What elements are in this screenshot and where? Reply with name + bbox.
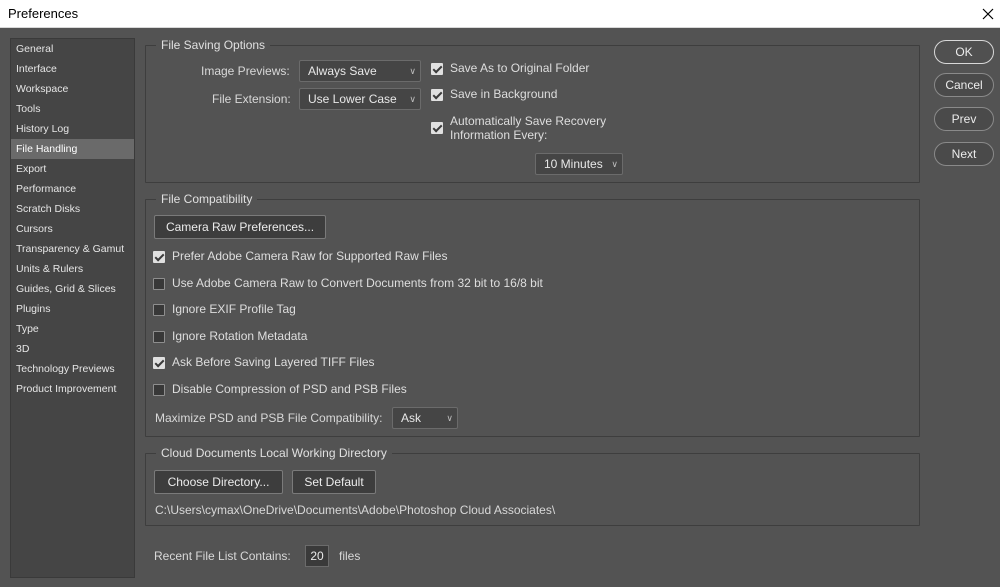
sidebar-item-label: Workspace xyxy=(16,83,69,95)
sidebar-item-label: General xyxy=(16,43,54,55)
save-as-original-checkbox[interactable] xyxy=(431,63,443,75)
ignore-rotation-label[interactable]: Ignore Rotation Metadata xyxy=(172,329,307,343)
sidebar-item-tools[interactable]: Tools xyxy=(11,99,134,119)
recent-file-list-suffix: files xyxy=(339,549,361,563)
image-previews-label: Image Previews: xyxy=(201,64,290,78)
sidebar-item-guides-grid-slices[interactable]: Guides, Grid & Slices xyxy=(11,279,134,299)
title-bar: Preferences xyxy=(0,0,1000,28)
prefer-camera-raw-label[interactable]: Prefer Adobe Camera Raw for Supported Ra… xyxy=(172,249,447,263)
sidebar-item-3d[interactable]: 3D xyxy=(11,339,134,359)
chevron-down-icon: ∨ xyxy=(409,66,416,76)
chevron-down-icon: ∨ xyxy=(611,159,618,169)
file-saving-options-group: File Saving Options xyxy=(145,38,920,183)
cancel-button[interactable]: Cancel xyxy=(934,73,994,97)
sidebar-item-product-improvement[interactable]: Product Improvement xyxy=(11,379,134,399)
ignore-rotation-checkbox[interactable] xyxy=(153,331,165,343)
disable-compression-label[interactable]: Disable Compression of PSD and PSB Files xyxy=(172,382,407,396)
ok-button[interactable]: OK xyxy=(934,40,994,64)
sidebar-item-export[interactable]: Export xyxy=(11,159,134,179)
close-icon xyxy=(982,8,994,20)
maximize-compat-dropdown[interactable]: Ask ∨ xyxy=(392,407,458,429)
sidebar-item-type[interactable]: Type xyxy=(11,319,134,339)
sidebar-item-transparency-gamut[interactable]: Transparency & Gamut xyxy=(11,239,134,259)
file-extension-dropdown[interactable]: Use Lower Case ∨ xyxy=(299,88,421,110)
save-in-background-label[interactable]: Save in Background xyxy=(450,87,557,101)
sidebar-item-workspace[interactable]: Workspace xyxy=(11,79,134,99)
camera-raw-preferences-button[interactable]: Camera Raw Preferences... xyxy=(154,215,326,239)
sidebar-item-label: Interface xyxy=(16,63,57,75)
convert-32bit-checkbox[interactable] xyxy=(153,278,165,290)
ignore-exif-label[interactable]: Ignore EXIF Profile Tag xyxy=(172,302,296,316)
disable-compression-checkbox[interactable] xyxy=(153,384,165,396)
group-title: File Compatibility xyxy=(161,192,253,206)
sidebar-item-label: Plugins xyxy=(16,303,51,315)
save-in-background-checkbox[interactable] xyxy=(431,89,443,101)
sidebar-item-label: Export xyxy=(16,163,47,175)
recent-file-count-input[interactable]: 20 xyxy=(305,545,329,567)
sidebar-item-units-rulers[interactable]: Units & Rulers xyxy=(11,259,134,279)
save-as-original-label[interactable]: Save As to Original Folder xyxy=(450,61,589,75)
maximize-compat-label: Maximize PSD and PSB File Compatibility: xyxy=(155,411,383,425)
prefer-camera-raw-checkbox[interactable] xyxy=(153,251,165,263)
sidebar-item-label: Transparency & Gamut xyxy=(16,243,125,255)
sidebar-item-general[interactable]: General xyxy=(11,39,134,59)
window-title: Preferences xyxy=(8,6,79,21)
sidebar-item-label: Type xyxy=(16,323,39,335)
image-previews-dropdown[interactable]: Always Save ∨ xyxy=(299,60,421,82)
sidebar-item-label: Tools xyxy=(16,103,41,115)
sidebar-item-label: Technology Previews xyxy=(16,363,115,375)
auto-save-interval-dropdown[interactable]: 10 Minutes ∨ xyxy=(535,153,623,175)
sidebar-item-scratch-disks[interactable]: Scratch Disks xyxy=(11,199,134,219)
sidebar-item-history-log[interactable]: History Log xyxy=(11,119,134,139)
sidebar-item-file-handling[interactable]: File Handling xyxy=(11,139,134,159)
sidebar-item-label: File Handling xyxy=(16,143,78,155)
sidebar-item-performance[interactable]: Performance xyxy=(11,179,134,199)
next-button[interactable]: Next xyxy=(934,142,994,166)
sidebar-item-technology-previews[interactable]: Technology Previews xyxy=(11,359,134,379)
ignore-exif-checkbox[interactable] xyxy=(153,304,165,316)
convert-32bit-label[interactable]: Use Adobe Camera Raw to Convert Document… xyxy=(172,276,543,290)
group-title: File Saving Options xyxy=(161,38,266,52)
sidebar-item-label: Performance xyxy=(16,183,77,195)
sidebar-item-label: Units & Rulers xyxy=(16,263,84,275)
group-title: Cloud Documents Local Working Directory xyxy=(161,446,387,460)
choose-directory-button[interactable]: Choose Directory... xyxy=(154,470,283,494)
chevron-down-icon: ∨ xyxy=(446,413,453,423)
sidebar-item-label: Cursors xyxy=(16,223,53,235)
sidebar-item-plugins[interactable]: Plugins xyxy=(11,299,134,319)
auto-save-recovery-checkbox[interactable] xyxy=(431,122,443,134)
chevron-down-icon: ∨ xyxy=(409,94,416,104)
auto-save-recovery-label-line1[interactable]: Automatically Save Recovery xyxy=(450,114,606,128)
auto-save-recovery-label-line2[interactable]: Information Every: xyxy=(450,128,547,142)
ask-before-tiff-label[interactable]: Ask Before Saving Layered TIFF Files xyxy=(172,355,375,369)
dropdown-value: Ask xyxy=(401,411,422,425)
sidebar-item-label: Guides, Grid & Slices xyxy=(16,283,116,295)
sidebar-item-label: 3D xyxy=(16,343,30,355)
sidebar-item-label: Product Improvement xyxy=(16,383,117,395)
recent-file-list-label: Recent File List Contains: xyxy=(154,549,291,563)
ask-before-tiff-checkbox[interactable] xyxy=(153,357,165,369)
sidebar-item-cursors[interactable]: Cursors xyxy=(11,219,134,239)
cloud-directory-path: C:\Users\cymax\OneDrive\Documents\Adobe\… xyxy=(155,503,556,517)
file-extension-label: File Extension: xyxy=(212,92,291,106)
prev-button[interactable]: Prev xyxy=(934,107,994,131)
dropdown-value: Use Lower Case xyxy=(308,92,397,106)
dropdown-value: 10 Minutes xyxy=(544,157,603,171)
preferences-sidebar: General Interface Workspace Tools Histor… xyxy=(10,38,135,578)
sidebar-item-interface[interactable]: Interface xyxy=(11,59,134,79)
close-button[interactable] xyxy=(976,0,1000,28)
set-default-button[interactable]: Set Default xyxy=(292,470,376,494)
sidebar-item-label: History Log xyxy=(16,123,70,135)
sidebar-item-label: Scratch Disks xyxy=(16,203,81,215)
dropdown-value: Always Save xyxy=(308,64,377,78)
